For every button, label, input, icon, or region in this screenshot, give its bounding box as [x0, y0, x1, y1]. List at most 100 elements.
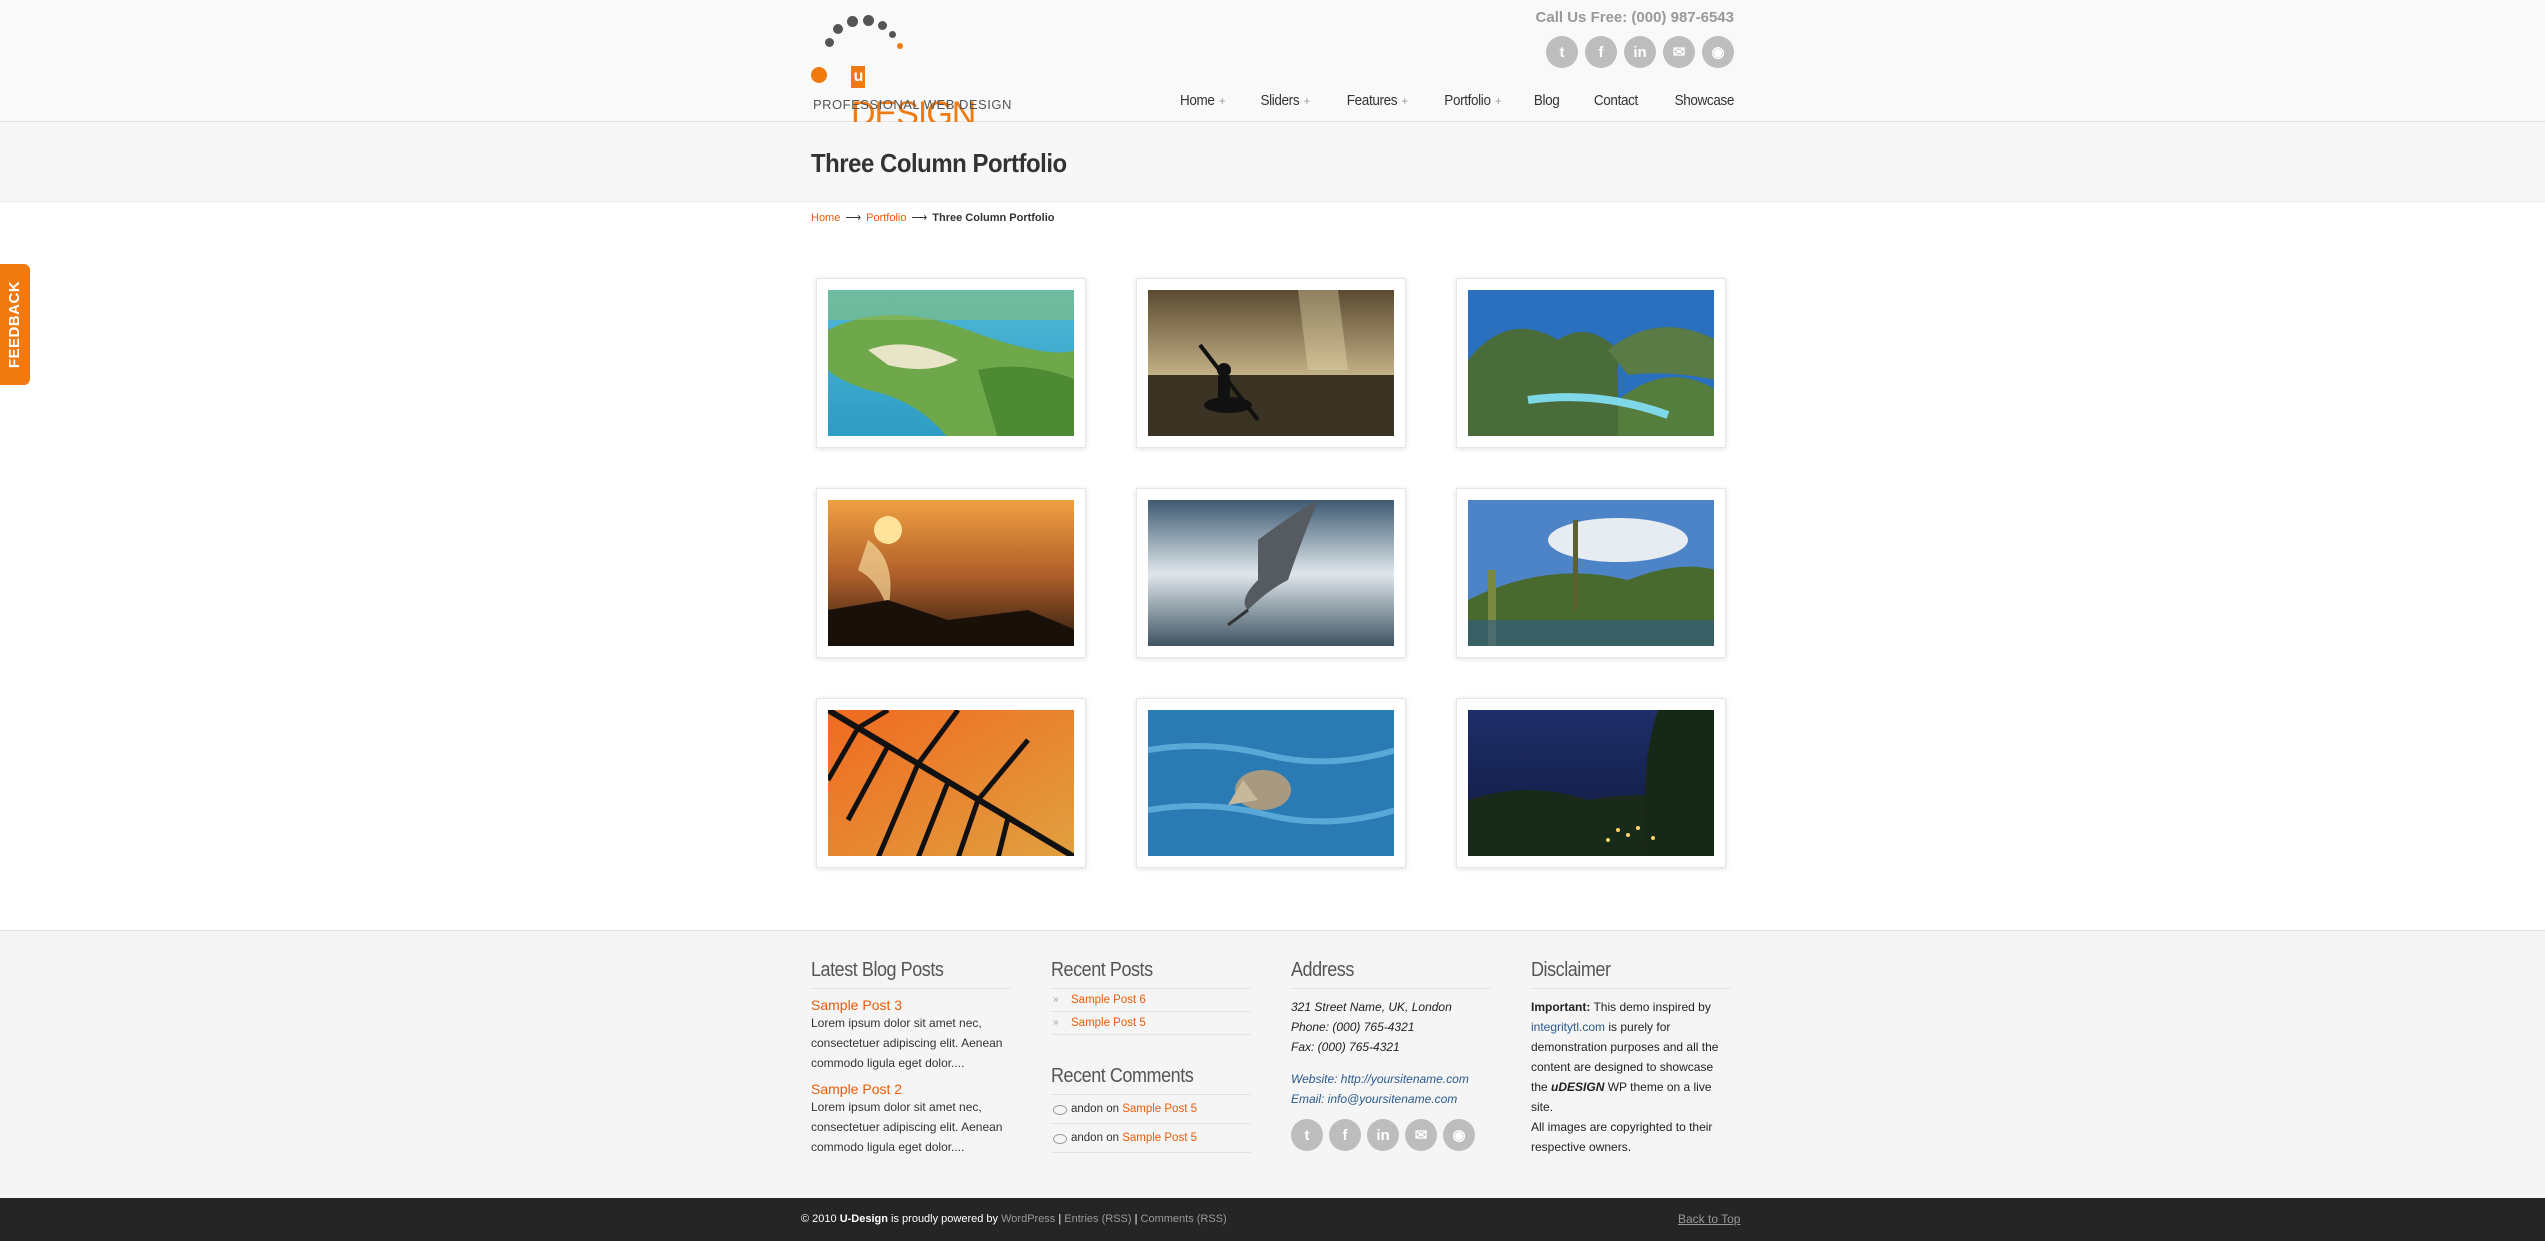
portfolio-image: [1468, 500, 1714, 646]
comment-author: andon: [1071, 1132, 1103, 1144]
portfolio-item-bay-hills[interactable]: [1456, 278, 1726, 448]
plus-icon: +: [1401, 93, 1408, 108]
footer-latest-blog: Latest Blog Posts Sample Post 3 Lorem ip…: [811, 959, 1011, 1157]
copy-powered: is proudly powered by: [887, 1213, 1002, 1225]
nav-features[interactable]: Features +: [1320, 92, 1408, 109]
facebook-icon[interactable]: f: [1585, 36, 1617, 68]
portfolio-image: [1148, 290, 1394, 436]
address-website[interactable]: Website: http://yoursitename.com: [1291, 1069, 1491, 1089]
portfolio-item-island-aerial[interactable]: [816, 278, 1086, 448]
portfolio-item-sunset-splash[interactable]: [816, 488, 1086, 658]
nav-showcase[interactable]: Showcase: [1648, 92, 1735, 109]
portfolio-image: [1468, 290, 1714, 436]
list-item: andon on Sample Post 5: [1051, 1095, 1251, 1124]
portfolio-item-heron[interactable]: [1136, 488, 1406, 658]
portfolio-item-palm-leaf[interactable]: [816, 698, 1086, 868]
main-nav: Home + Sliders + Features + Portfolio + Blog…: [1145, 92, 1734, 109]
comments-rss-link[interactable]: Comments (RSS): [1141, 1213, 1227, 1225]
comment-post-link[interactable]: Sample Post 5: [1122, 1132, 1197, 1144]
portfolio-item-cactus-hills[interactable]: [1456, 488, 1726, 658]
linkedin-icon[interactable]: in: [1367, 1119, 1399, 1151]
recent-post-link[interactable]: Sample Post 6: [1071, 994, 1146, 1006]
feedback-tab[interactable]: FEEDBACK: [0, 264, 30, 385]
comment-on: on: [1106, 1103, 1119, 1115]
comment-on: on: [1106, 1132, 1119, 1144]
blog-post-excerpt: Lorem ipsum dolor sit amet nec, consecte…: [811, 1016, 1003, 1070]
comment-author: andon: [1071, 1103, 1103, 1115]
email-icon[interactable]: ✉: [1663, 36, 1695, 68]
list-item: » Sample Post 5: [1051, 1012, 1251, 1035]
double-arrow-icon: »: [1053, 1017, 1059, 1028]
footer-disclaimer: Disclaimer Important: This demo inspired…: [1531, 959, 1731, 1157]
logo-orange-dot: [811, 67, 827, 83]
twitter-icon[interactable]: t: [1546, 36, 1578, 68]
site-logo[interactable]: uDESIGN PROFESSIONAL WEB DESIGN: [811, 12, 1011, 133]
disclaimer-text: Important: This demo inspired by integri…: [1531, 997, 1731, 1157]
page-title: Three Column Portfolio: [811, 148, 1067, 178]
back-to-top-link[interactable]: Back to Top: [1678, 1212, 1740, 1226]
rss-icon[interactable]: ◉: [1702, 36, 1734, 68]
recent-post-link[interactable]: Sample Post 5: [1071, 1017, 1146, 1029]
nav-label: Showcase: [1674, 92, 1735, 109]
heading-text: Disclaimer: [1531, 959, 1611, 981]
footer-recent-posts: Recent Posts » Sample Post 6 » Sample Post…: [1051, 959, 1251, 1153]
portfolio-image: [1148, 500, 1394, 646]
portfolio-item-pelican[interactable]: [1136, 698, 1406, 868]
header-social-icons: t f in ✉ ◉: [1546, 36, 1734, 68]
entries-rss-link[interactable]: Entries (RSS): [1064, 1213, 1131, 1225]
heading-text: Recent Comments: [1051, 1065, 1194, 1087]
disclaimer-link[interactable]: integritytl.com: [1531, 1020, 1605, 1034]
double-arrow-icon: »: [1053, 994, 1059, 1005]
facebook-icon[interactable]: f: [1329, 1119, 1361, 1151]
heading-text: Latest Blog Posts: [811, 959, 944, 981]
list-item: » Sample Post 6: [1051, 989, 1251, 1012]
wordpress-link[interactable]: WordPress: [1001, 1213, 1055, 1225]
nav-home[interactable]: Home +: [1153, 92, 1225, 109]
nav-portfolio[interactable]: Portfolio +: [1417, 92, 1501, 109]
footer-heading: Recent Comments: [1051, 1065, 1251, 1095]
site-footer: Latest Blog Posts Sample Post 3 Lorem ip…: [0, 930, 2545, 1198]
twitter-icon[interactable]: t: [1291, 1119, 1323, 1151]
nav-label: Home: [1180, 92, 1215, 109]
nav-label: Sliders: [1260, 92, 1300, 109]
portfolio-image: [828, 290, 1074, 436]
copy-prefix: © 2010: [801, 1213, 840, 1225]
nav-blog[interactable]: Blog: [1506, 92, 1559, 109]
comment-post-link[interactable]: Sample Post 5: [1122, 1103, 1197, 1115]
footer-heading: Latest Blog Posts: [811, 959, 1011, 989]
address-links: Website: http://yoursitename.com Email: …: [1291, 1069, 1491, 1109]
nav-label: Features: [1346, 92, 1398, 109]
portfolio-image: [828, 710, 1074, 856]
nav-sliders[interactable]: Sliders +: [1234, 92, 1311, 109]
address-email[interactable]: Email: info@yoursitename.com: [1291, 1089, 1491, 1109]
heading-text: Address: [1291, 959, 1354, 981]
disclaimer-text-1: This demo inspired by: [1590, 1000, 1711, 1014]
disclaimer-text-4: All images are copyrighted to their resp…: [1531, 1120, 1713, 1154]
portfolio-item-kayaker[interactable]: [1136, 278, 1406, 448]
breadcrumb-home[interactable]: Home: [811, 212, 840, 224]
blog-post-title[interactable]: Sample Post 2: [811, 1081, 1011, 1097]
nav-label: Blog: [1533, 92, 1560, 109]
copy-brand: U-Design: [839, 1213, 888, 1225]
footer-heading: Recent Posts: [1051, 959, 1251, 989]
footer-address: Address 321 Street Name, UK, London Phon…: [1291, 959, 1491, 1151]
linkedin-icon[interactable]: in: [1624, 36, 1656, 68]
copy-sep: |: [1131, 1213, 1141, 1225]
portfolio-item-night-harbor[interactable]: [1456, 698, 1726, 868]
blog-post: Sample Post 2 Lorem ipsum dolor sit amet…: [811, 1081, 1011, 1157]
disclaimer-important: Important:: [1531, 1000, 1591, 1014]
plus-icon: +: [1494, 93, 1501, 108]
plus-icon: +: [1219, 93, 1226, 108]
email-icon[interactable]: ✉: [1405, 1119, 1437, 1151]
call-us-text: Call Us Free: (000) 987-6543: [1535, 9, 1734, 26]
breadcrumb-current: Three Column Portfolio: [932, 212, 1055, 224]
breadcrumb-portfolio[interactable]: Portfolio: [866, 212, 906, 224]
logo-u-mark: u: [851, 66, 865, 89]
nav-label: Contact: [1593, 92, 1638, 109]
rss-icon[interactable]: ◉: [1443, 1119, 1475, 1151]
address-fax: Fax: (000) 765-4321: [1291, 1040, 1400, 1054]
blog-post-title[interactable]: Sample Post 3: [811, 997, 1011, 1013]
nav-contact[interactable]: Contact: [1567, 92, 1638, 109]
heading-text: Recent Posts: [1051, 959, 1153, 981]
portfolio-image: [1468, 710, 1714, 856]
